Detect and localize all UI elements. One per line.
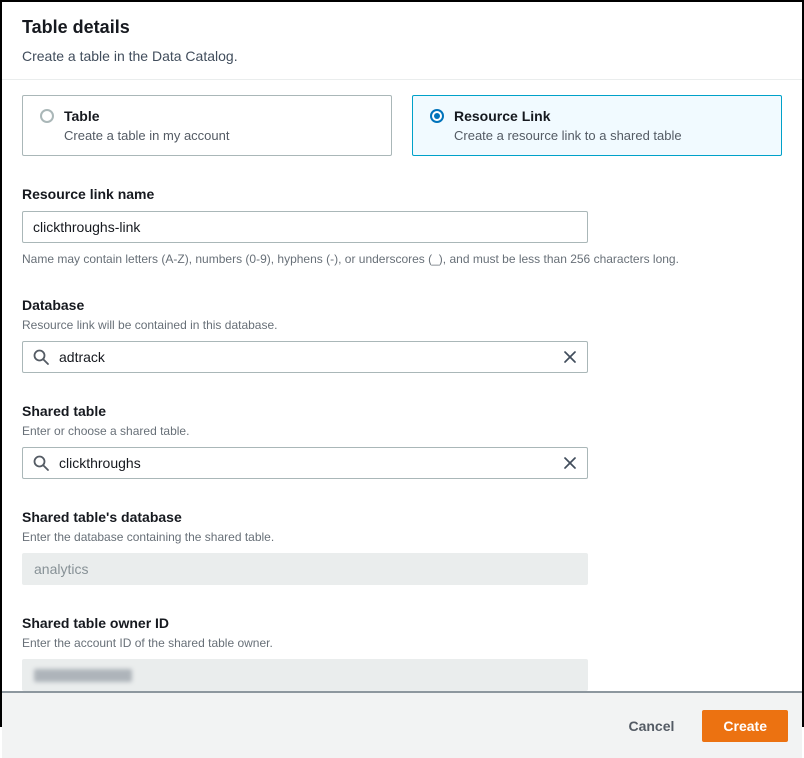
shared-table-database-value: analytics <box>22 553 588 585</box>
radio-unselected-icon[interactable] <box>40 109 54 123</box>
table-type-selector: Table Create a table in my account Resou… <box>22 95 782 156</box>
database-section: Database Resource link will be contained… <box>22 296 782 373</box>
table-details-panel: Table details Create a table in the Data… <box>2 2 802 725</box>
page-subtitle: Create a table in the Data Catalog. <box>22 46 782 66</box>
shared-table-section: Shared table Enter or choose a shared ta… <box>22 402 782 479</box>
shared-table-search-wrap <box>22 447 588 479</box>
panel-footer: Cancel Create <box>2 691 802 758</box>
cancel-button[interactable]: Cancel <box>608 712 694 740</box>
database-search-wrap <box>22 341 588 373</box>
page-title: Table details <box>22 15 782 39</box>
option-card-resource-link[interactable]: Resource Link Create a resource link to … <box>412 95 782 156</box>
resource-link-name-section: Resource link name Name may contain lett… <box>22 185 782 267</box>
shared-table-label: Shared table <box>22 402 782 420</box>
redacted-owner-id <box>34 669 132 682</box>
create-button[interactable]: Create <box>702 710 788 742</box>
resource-link-name-label: Resource link name <box>22 185 782 203</box>
panel-header: Table details Create a table in the Data… <box>2 2 802 66</box>
database-search-input[interactable] <box>22 341 588 373</box>
shared-table-owner-id-description: Enter the account ID of the shared table… <box>22 635 782 651</box>
shared-table-database-section: Shared table's database Enter the databa… <box>22 508 782 585</box>
option-resource-link-label: Resource Link <box>454 106 682 126</box>
shared-table-owner-id-value <box>22 659 588 691</box>
clear-icon <box>562 349 578 365</box>
shared-table-search-input[interactable] <box>22 447 588 479</box>
option-table-label: Table <box>64 106 229 126</box>
resource-link-name-helper: Name may contain letters (A-Z), numbers … <box>22 251 782 267</box>
shared-table-database-description: Enter the database containing the shared… <box>22 529 782 545</box>
shared-table-database-text: analytics <box>34 553 88 585</box>
database-clear-button[interactable] <box>558 345 582 369</box>
option-card-table[interactable]: Table Create a table in my account <box>22 95 392 156</box>
shared-table-owner-id-section: Shared table owner ID Enter the account … <box>22 614 782 691</box>
shared-table-clear-button[interactable] <box>558 451 582 475</box>
database-description: Resource link will be contained in this … <box>22 317 782 333</box>
clear-icon <box>562 455 578 471</box>
shared-table-database-label: Shared table's database <box>22 508 782 526</box>
database-label: Database <box>22 296 782 314</box>
shared-table-description: Enter or choose a shared table. <box>22 423 782 439</box>
resource-link-name-input[interactable] <box>22 211 588 243</box>
shared-table-owner-id-label: Shared table owner ID <box>22 614 782 632</box>
option-table-description: Create a table in my account <box>64 127 229 145</box>
radio-selected-icon[interactable] <box>430 109 444 123</box>
form-body: Table Create a table in my account Resou… <box>2 80 802 691</box>
option-resource-link-description: Create a resource link to a shared table <box>454 127 682 145</box>
